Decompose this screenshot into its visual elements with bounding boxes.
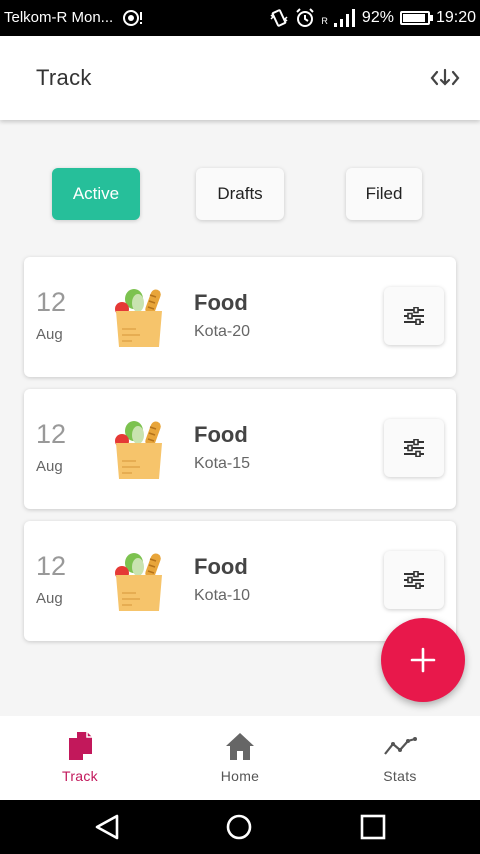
entry-day: 12 — [36, 551, 67, 581]
home-circle-icon[interactable] — [225, 813, 253, 841]
sliders-icon — [404, 439, 424, 457]
entry-month: Aug — [36, 326, 63, 343]
nav-track[interactable]: Track — [0, 716, 160, 800]
battery-percent: 92% — [361, 9, 394, 26]
alarm-icon — [296, 8, 315, 27]
tab-label: Active — [72, 184, 120, 203]
sort-arrows-icon[interactable] — [430, 66, 460, 90]
vibrate-icon — [270, 9, 288, 27]
nav-stats[interactable]: Stats — [320, 716, 480, 800]
roaming-indicator: R — [321, 16, 328, 26]
sliders-icon — [404, 571, 424, 589]
grocery-bag-icon — [115, 553, 162, 611]
entry-settings-button[interactable] — [384, 551, 444, 609]
back-icon[interactable] — [93, 813, 121, 841]
signal-icon — [333, 9, 355, 27]
entry-month: Aug — [36, 590, 63, 607]
tab-filed[interactable]: Filed — [346, 168, 422, 220]
entry-month: Aug — [36, 458, 63, 475]
entry-category: Food — [194, 554, 248, 579]
expense-card[interactable]: 12 Aug Food Kota-10 — [24, 521, 456, 641]
carrier-name: Telkom-R Mon... — [4, 9, 114, 26]
grocery-bag-icon — [115, 289, 162, 347]
tab-label: Filed — [365, 184, 403, 203]
sliders-icon — [404, 307, 424, 325]
entry-subtitle: Kota-15 — [194, 455, 251, 472]
tab-drafts[interactable]: Drafts — [196, 168, 284, 220]
entry-settings-button[interactable] — [384, 419, 444, 477]
grocery-bag-icon — [115, 421, 162, 479]
expense-card[interactable]: 12 Aug Food Kota-15 — [24, 389, 456, 509]
page-title: Track — [36, 65, 92, 90]
home-icon — [226, 733, 254, 760]
entry-category: Food — [194, 422, 248, 447]
add-entry-button[interactable] — [381, 618, 465, 702]
nav-label: Track — [62, 768, 98, 784]
bottom-nav: Track Home Stats — [0, 716, 480, 800]
nav-label: Stats — [383, 768, 417, 784]
tab-active[interactable]: Active — [52, 168, 140, 220]
clock: 19:20 — [435, 9, 476, 26]
entry-subtitle: Kota-20 — [194, 323, 251, 340]
entry-category: Food — [194, 290, 248, 315]
hotspot-icon — [123, 10, 142, 26]
documents-icon — [69, 732, 92, 760]
battery-icon — [399, 11, 433, 25]
expense-card[interactable]: 12 Aug Food Kota-20 — [24, 257, 456, 377]
status-bar: Telkom-R Mon... R 92% 19:20 — [0, 0, 480, 36]
app-bar: Track — [0, 36, 480, 120]
entry-subtitle: Kota-10 — [194, 587, 251, 604]
tab-label: Drafts — [217, 184, 263, 203]
line-chart-icon — [384, 737, 417, 755]
plus-icon — [410, 647, 436, 673]
recents-icon[interactable] — [360, 814, 386, 840]
entry-day: 12 — [36, 287, 67, 317]
entry-settings-button[interactable] — [384, 287, 444, 345]
entry-day: 12 — [36, 419, 67, 449]
nav-home[interactable]: Home — [160, 716, 320, 800]
system-nav-bar — [0, 800, 480, 854]
nav-label: Home — [220, 768, 260, 784]
